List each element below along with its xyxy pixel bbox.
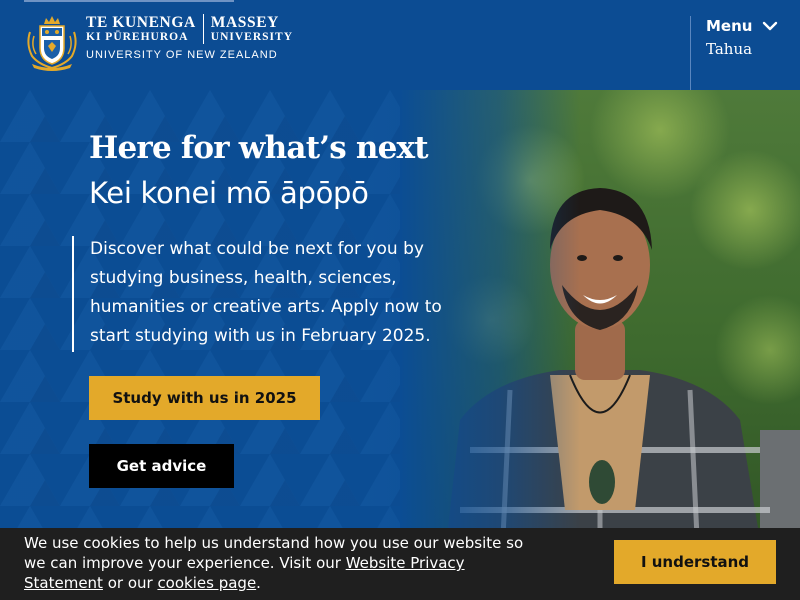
- study-with-us-button[interactable]: Study with us in 2025: [89, 376, 320, 420]
- logo-tagline: UNIVERSITY OF NEW ZEALAND: [86, 49, 278, 61]
- university-crest-icon: [27, 16, 77, 71]
- hero-description: Discover what could be next for you by s…: [90, 239, 442, 346]
- cookie-text-part3: .: [256, 574, 261, 592]
- logo-name-maori-line2: KI PŪREHUROA: [86, 31, 189, 43]
- university-logo[interactable]: TE KUNENGA KI PŪREHUROA MASSEY UNIVERSIT…: [24, 14, 293, 72]
- cookies-page-link[interactable]: cookies page: [157, 574, 256, 592]
- logo-name-maori-line1: TE KUNENGA: [86, 14, 196, 31]
- cookie-banner: We use cookies to help us understand how…: [0, 528, 800, 600]
- header-accent-line: [24, 0, 234, 2]
- menu-label: Menu: [706, 17, 753, 35]
- chevron-down-icon: [763, 21, 778, 31]
- hero-section: Here for what’s next Kei konei mō āpōpō …: [0, 90, 800, 600]
- hero-headline: Here for what’s next: [89, 130, 429, 166]
- logo-name-massey: MASSEY: [210, 14, 279, 31]
- header-nav: Menu Tahua: [690, 16, 800, 90]
- accept-cookies-button[interactable]: I understand: [614, 540, 776, 584]
- description-accent-bar: [72, 236, 74, 352]
- student-photo: [400, 90, 800, 600]
- get-advice-button[interactable]: Get advice: [89, 444, 234, 488]
- cookie-message: We use cookies to help us understand how…: [24, 533, 524, 593]
- logo-name-university: UNIVERSITY: [210, 31, 293, 43]
- cookie-text-part2: or our: [102, 574, 158, 592]
- menu-button[interactable]: Menu: [706, 16, 778, 36]
- site-header: TE KUNENGA KI PŪREHUROA MASSEY UNIVERSIT…: [0, 0, 800, 90]
- tahua-link[interactable]: Tahua: [706, 40, 752, 58]
- logo-wordmark: TE KUNENGA KI PŪREHUROA MASSEY UNIVERSIT…: [86, 14, 293, 61]
- hero-subheadline: Kei konei mō āpōpō: [89, 176, 369, 210]
